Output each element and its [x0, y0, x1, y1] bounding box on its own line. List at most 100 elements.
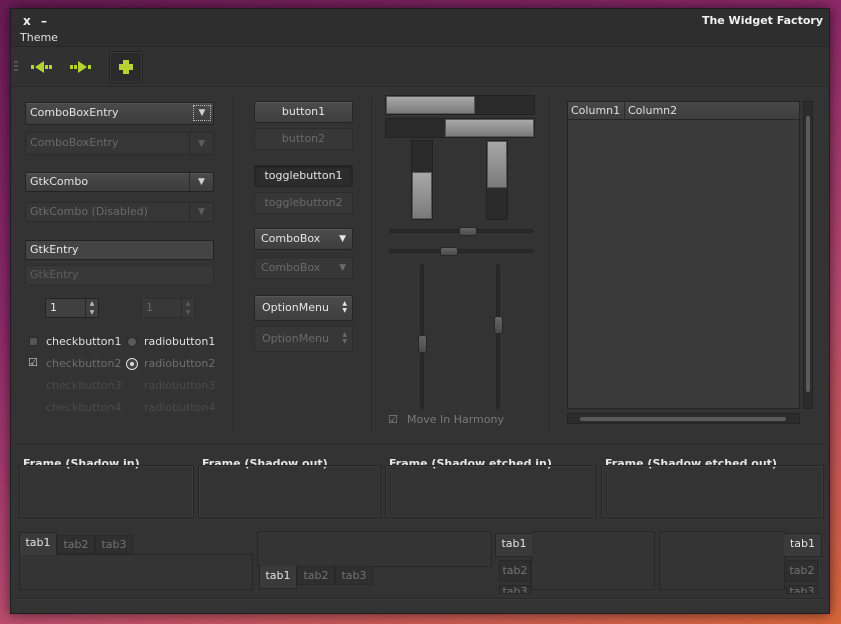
scale-v2-slider[interactable]: [494, 316, 503, 334]
spin-1-value[interactable]: 1: [50, 301, 57, 314]
plus-icon: [119, 60, 133, 74]
progress-bar-h2: [385, 118, 535, 138]
check-mark-icon: ☑: [28, 356, 38, 369]
togglebutton1[interactable]: togglebutton1: [254, 165, 353, 187]
chevron-down-icon[interactable]: ▼: [339, 229, 346, 249]
tree-horizontal-scrollbar[interactable]: [567, 413, 800, 424]
notebook-top-tab2[interactable]: tab2: [57, 535, 95, 554]
window-title: The Widget Factory: [701, 14, 823, 27]
gtkcombo-disabled-text: GtkCombo (Disabled): [30, 205, 148, 218]
optionmenu-text[interactable]: OptionMenu: [262, 301, 329, 314]
main-window: x – The Widget Factory Theme ComboBoxEnt…: [10, 8, 830, 614]
scale-v2[interactable]: [494, 264, 503, 409]
notebook-right-tab3[interactable]: tab3: [786, 585, 818, 594]
back-button[interactable]: [27, 53, 57, 81]
move-in-harmony-label[interactable]: Move In Harmony: [407, 413, 504, 426]
progress-bar-v1: [411, 140, 433, 220]
separator: [13, 444, 827, 445]
scale-v1[interactable]: [418, 264, 427, 409]
progress-fill-v1: [412, 172, 432, 219]
scale-h2[interactable]: [389, 247, 533, 256]
back-arrow-icon: [31, 61, 52, 73]
progress-bar-h1: [385, 95, 535, 115]
tree-view[interactable]: Column1 Column2: [567, 101, 800, 409]
separator: [372, 97, 373, 432]
horizontal-scrollbar-thumb[interactable]: [580, 417, 786, 421]
toolbar: [11, 47, 829, 87]
checkbutton1-label[interactable]: checkbutton1: [46, 335, 122, 348]
radiobutton1-label[interactable]: radiobutton1: [144, 335, 215, 348]
radiobutton3-label: radiobutton3: [144, 379, 216, 392]
comboboxentry[interactable]: ComboBoxEntry ▼: [25, 102, 214, 125]
column2-header[interactable]: Column2: [625, 102, 705, 120]
comboboxentry-text[interactable]: ComboBoxEntry: [30, 106, 119, 119]
combobox-disabled-text: ComboBox: [261, 261, 321, 274]
notebook-left-tab2[interactable]: tab2: [499, 560, 531, 582]
spin-button-2: 1 ▲ ▼: [141, 298, 195, 318]
updown-icon[interactable]: ▲ ▼: [342, 300, 347, 314]
minimize-icon[interactable]: –: [41, 14, 47, 28]
frame-etched-out: [601, 465, 824, 518]
optionmenu-disabled: OptionMenu ▲ ▼: [254, 326, 353, 352]
gtk-entry[interactable]: GtkEntry: [25, 240, 214, 260]
checkbutton1-box[interactable]: [29, 337, 38, 346]
progress-fill-v2: [487, 141, 507, 188]
checkbutton3-label: checkbutton3: [46, 379, 122, 392]
radiobutton2-label: radiobutton2: [144, 357, 216, 370]
notebook-bottom-page: [257, 531, 492, 567]
close-icon[interactable]: x: [23, 14, 31, 28]
notebook-top-tab3[interactable]: tab3: [95, 535, 133, 554]
column1-header[interactable]: Column1: [568, 102, 625, 120]
scale-v1-slider[interactable]: [418, 335, 427, 353]
notebook-right-tab2[interactable]: tab2: [786, 560, 818, 582]
spin-button-1[interactable]: 1 ▲ ▼: [45, 298, 99, 318]
tree-vertical-scrollbar[interactable]: [803, 101, 813, 409]
notebook-left-tab1[interactable]: tab1: [495, 533, 532, 557]
chevron-down-icon[interactable]: ▼: [189, 173, 213, 191]
spin-arrows-icon: ▲ ▼: [181, 299, 194, 317]
separator: [549, 97, 550, 432]
checkbutton4-label: checkbutton4: [46, 401, 122, 414]
combobox[interactable]: ComboBox ▼: [254, 228, 353, 250]
radiobutton4-label: radiobutton4: [144, 401, 216, 414]
chevron-down-icon: ▼: [189, 133, 213, 154]
notebook-top-tab1[interactable]: tab1: [19, 532, 57, 555]
spin-arrows-icon[interactable]: ▲ ▼: [85, 299, 98, 317]
vertical-scrollbar-thumb[interactable]: [806, 116, 810, 392]
gtkcombo[interactable]: GtkCombo ▼: [25, 172, 214, 192]
notebook-left-page: [531, 531, 655, 590]
checkbutton2-label: checkbutton2: [46, 357, 122, 370]
status-separator: [13, 598, 827, 599]
frame-shadow-in: [19, 465, 194, 518]
notebook-right-page: [659, 531, 785, 590]
menu-item-theme[interactable]: Theme: [20, 31, 58, 44]
combobox-text[interactable]: ComboBox: [261, 232, 320, 245]
chevron-down-icon[interactable]: ▼: [193, 105, 211, 121]
button1[interactable]: button1: [254, 101, 353, 123]
tree-header: Column1 Column2: [568, 102, 799, 120]
optionmenu[interactable]: OptionMenu ▲ ▼: [254, 295, 353, 321]
title-bar: x – The Widget Factory Theme: [11, 9, 829, 47]
scale-h1-slider[interactable]: [459, 227, 477, 236]
radiobutton1-circle[interactable]: [127, 337, 137, 347]
notebook-bottom-tab3[interactable]: tab3: [335, 566, 373, 585]
notebook-bottom-tab2[interactable]: tab2: [297, 566, 335, 585]
radiobutton2-circle: [127, 359, 137, 369]
forward-arrow-icon: [70, 61, 91, 73]
optionmenu-disabled-text: OptionMenu: [262, 332, 329, 345]
progress-bar-v2: [486, 140, 508, 220]
scale-h2-slider[interactable]: [440, 247, 458, 256]
forward-button[interactable]: [65, 53, 95, 81]
chevron-down-icon: ▼: [189, 203, 213, 221]
add-button[interactable]: [109, 51, 143, 83]
toolbar-grip[interactable]: [14, 61, 18, 73]
scale-h1[interactable]: [389, 227, 533, 236]
notebook-left-tab3[interactable]: tab3: [499, 585, 531, 594]
progress-fill-h1: [386, 96, 475, 114]
button2: button2: [254, 128, 353, 150]
comboboxentry-disabled: ComboBoxEntry ▼: [25, 132, 214, 155]
notebook-right-tab1[interactable]: tab1: [784, 533, 822, 557]
harmony-check-icon[interactable]: ☑: [388, 414, 398, 425]
gtkcombo-text[interactable]: GtkCombo: [30, 175, 88, 188]
notebook-bottom-tab1[interactable]: tab1: [259, 566, 297, 589]
